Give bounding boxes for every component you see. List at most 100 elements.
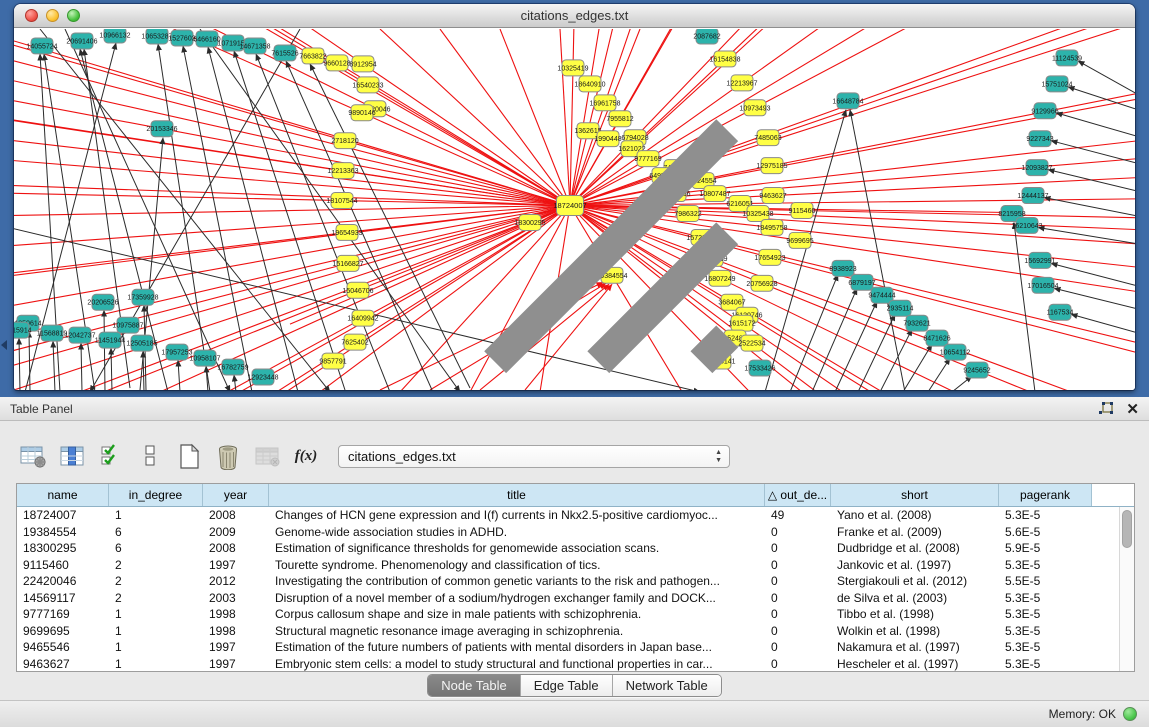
table-row[interactable]: 1872400712008Changes of HCN gene express… [17,507,1134,524]
cell-name: 9463627 [17,656,109,673]
scrollbar-thumb[interactable] [1122,510,1132,548]
cell-title: Estimation of significance thresholds fo… [269,540,765,557]
table-panel: Table Panel ✕ f(x)citations_edges.txt▲▼ … [0,397,1149,727]
cell-in_degree: 1 [109,656,203,673]
table-row[interactable]: 1456911722003Disruption of a novel membe… [17,590,1134,607]
cell-out_de: 0 [765,557,831,574]
cell-out_de: 0 [765,623,831,640]
table-row[interactable]: 969969511998Structural magnetic resonanc… [17,623,1134,640]
close-window-button[interactable] [25,9,38,22]
cell-name: 19384554 [17,524,109,541]
cell-pagerank: 5.3E-5 [999,557,1092,574]
zoom-window-button[interactable] [67,9,80,22]
cell-short: Stergiakouli et al. (2012) [831,573,999,590]
column-header-out_de[interactable]: △ out_de... [765,484,831,506]
cell-year: 1998 [203,623,269,640]
table-panel-title: Table Panel [0,397,1149,421]
table-selector-value: citations_edges.txt [348,449,456,464]
cell-short: Dudbridge et al. (2008) [831,540,999,557]
tab-network-table[interactable]: Network Table [613,675,721,696]
table-row[interactable]: 946362711997Embryonic stem cells: a mode… [17,656,1134,673]
table-row[interactable]: 1830029562008Estimation of significance … [17,540,1134,557]
memory-ok-indicator[interactable] [1123,707,1137,721]
table-toolbar: f(x) citations_edges.txt ▲▼ [18,439,730,473]
cell-pagerank: 5.3E-5 [999,656,1092,673]
window-titlebar[interactable]: citations_edges.txt [14,4,1135,28]
minimize-window-button[interactable] [46,9,59,22]
vertical-scrollbar[interactable] [1119,507,1134,671]
column-header-in_degree[interactable]: in_degree [109,484,203,506]
cell-name: 14569117 [17,590,109,607]
cell-year: 2012 [203,573,269,590]
table-row[interactable]: 977716911998Corpus callosum shape and si… [17,606,1134,623]
cell-title: Corpus callosum shape and size in male p… [269,606,765,623]
float-panel-icon[interactable] [1098,401,1114,417]
cell-name: 9777169 [17,606,109,623]
cell-name: 18724007 [17,507,109,524]
cell-name: 22420046 [17,573,109,590]
cell-year: 2003 [203,590,269,607]
cell-year: 1997 [203,557,269,574]
cell-out_de: 0 [765,540,831,557]
cell-out_de: 0 [765,606,831,623]
column-header-short[interactable]: short [831,484,999,506]
tab-node-table[interactable]: Node Table [428,675,521,696]
cell-out_de: 0 [765,590,831,607]
cell-short: de Silva et al. (2003) [831,590,999,607]
cell-pagerank: 5.9E-5 [999,540,1092,557]
cell-year: 1997 [203,639,269,656]
cell-title: Investigating the contribution of common… [269,573,765,590]
table-row[interactable]: 911546021997Tourette syndrome. Phenomeno… [17,557,1134,574]
cell-pagerank: 5.3E-5 [999,590,1092,607]
cell-short: Jankovic et al. (1997) [831,557,999,574]
cell-pagerank: 5.6E-5 [999,524,1092,541]
column-header-title[interactable]: title [269,484,765,506]
column-header-year[interactable]: year [203,484,269,506]
cell-in_degree: 1 [109,623,203,640]
delete-table-disabled-button[interactable] [252,441,282,471]
tab-edge-table[interactable]: Edge Table [521,675,613,696]
table-row[interactable]: 1938455462009Genome-wide association stu… [17,524,1134,541]
table-tabbar: Node TableEdge TableNetwork Table [0,674,1149,697]
select-all-check-button[interactable] [96,441,126,471]
collapse-handle-icon[interactable] [1,340,7,350]
cell-name: 18300295 [17,540,109,557]
cell-in_degree: 6 [109,524,203,541]
toggle-rows-button[interactable] [135,441,165,471]
cell-pagerank: 5.3E-5 [999,507,1092,524]
new-file-button[interactable] [174,441,204,471]
table-row[interactable]: 2242004622012Investigating the contribut… [17,573,1134,590]
dropdown-stepper-icon: ▲▼ [715,449,722,465]
table-body: 1872400712008Changes of HCN gene express… [17,507,1134,672]
cell-pagerank: 5.3E-5 [999,623,1092,640]
table-settings-button[interactable] [18,441,48,471]
cell-in_degree: 6 [109,540,203,557]
network-canvas[interactable]: 7663822966012889129541654023322420046989… [14,29,1135,390]
delete-trash-button[interactable] [213,441,243,471]
window-title: citations_edges.txt [14,4,1135,28]
table-header-row: namein_degreeyeartitle△ out_de...shortpa… [17,484,1134,507]
cell-title: Estimation of the future numbers of pati… [269,639,765,656]
cell-out_de: 0 [765,656,831,673]
network-window: citations_edges.txt 76638229660128891295… [14,4,1135,390]
cell-year: 2009 [203,524,269,541]
cell-in_degree: 2 [109,557,203,574]
header-filler [1092,484,1134,506]
cell-title: Embryonic stem cells: a model to study s… [269,656,765,673]
resize-grip[interactable] [14,27,1133,388]
cell-title: Changes of HCN gene expression and I(f) … [269,507,765,524]
column-header-pagerank[interactable]: pagerank [999,484,1092,506]
cell-name: 9699695 [17,623,109,640]
network-desktop: citations_edges.txt 76638229660128891295… [0,0,1149,397]
table-row[interactable]: 946554611997Estimation of the future num… [17,639,1134,656]
cell-year: 1997 [203,656,269,673]
cell-title: Genome-wide association studies in ADHD. [269,524,765,541]
close-panel-icon[interactable]: ✕ [1126,402,1139,417]
function-fx-button[interactable]: f(x) [291,441,321,471]
table-selector-dropdown[interactable]: citations_edges.txt ▲▼ [338,445,730,468]
cell-short: Hescheler et al. (1997) [831,656,999,673]
column-header-name[interactable]: name [17,484,109,506]
select-column-button[interactable] [57,441,87,471]
cell-in_degree: 1 [109,639,203,656]
cell-out_de: 0 [765,524,831,541]
